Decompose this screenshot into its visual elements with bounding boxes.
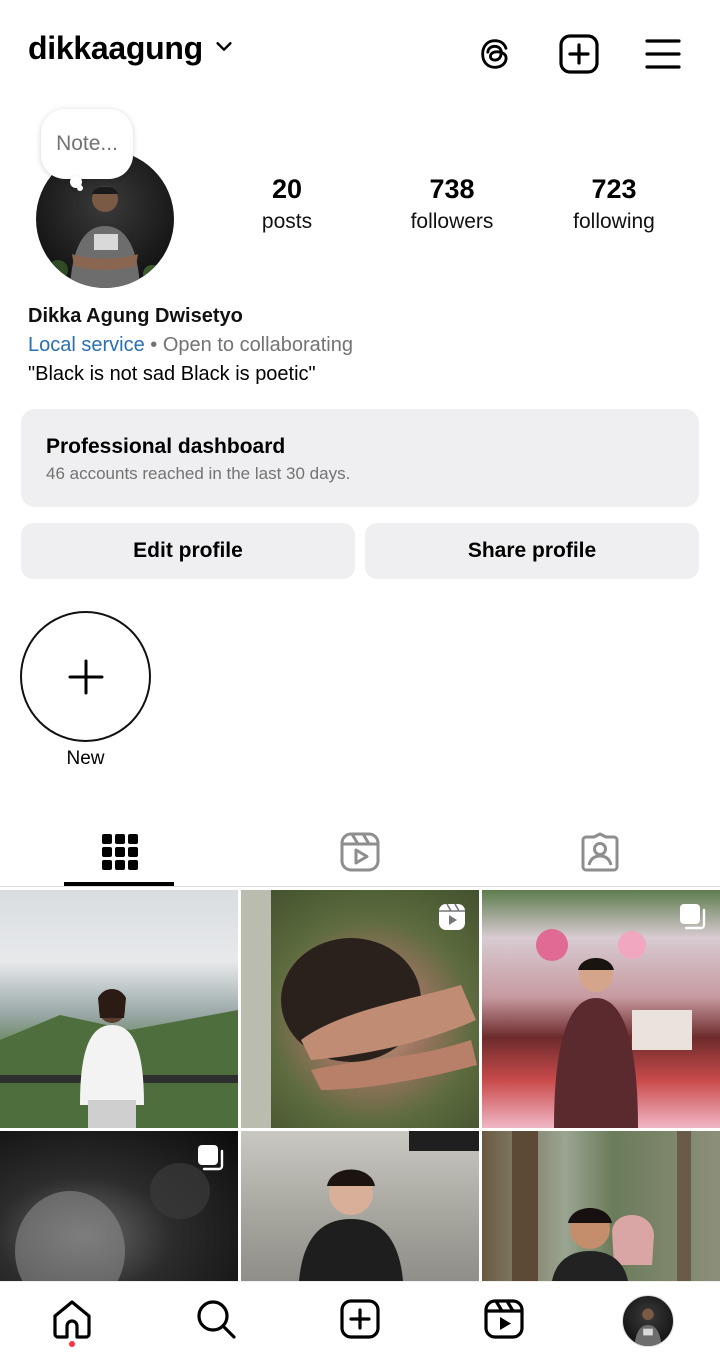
post-photo <box>299 1131 479 1281</box>
carousel-badge <box>196 1143 226 1173</box>
bottom-navigation <box>0 1281 720 1353</box>
profile-avatar-icon <box>634 1308 662 1346</box>
post-photo <box>512 1131 691 1281</box>
following-count[interactable]: 723 following <box>556 172 672 238</box>
category-separator: • <box>144 334 163 356</box>
carousel-icon <box>680 904 706 930</box>
plus-icon <box>68 659 103 694</box>
tab-posts-grid[interactable] <box>0 818 240 886</box>
post-thumbnail[interactable] <box>482 1131 720 1281</box>
nav-search[interactable] <box>193 1296 239 1342</box>
tab-reels[interactable] <box>240 818 480 886</box>
tagged-icon <box>581 832 619 872</box>
note-bubble[interactable]: Note... <box>41 109 133 179</box>
posts-number: 20 <box>271 174 303 204</box>
note-bubble-tail-small <box>77 185 83 191</box>
nav-profile[interactable] <box>622 1295 674 1347</box>
post-thumbnail[interactable] <box>241 1131 479 1281</box>
home-notification-dot <box>69 1341 75 1347</box>
reels-icon <box>484 1299 524 1339</box>
nav-home[interactable] <box>49 1296 95 1342</box>
new-highlight-button[interactable] <box>20 611 151 742</box>
note-placeholder: Note... <box>56 132 118 155</box>
new-highlight-label: New <box>66 748 105 769</box>
posts-label: posts <box>261 210 313 233</box>
posts-count[interactable]: 20 posts <box>237 172 337 238</box>
post-photo <box>0 989 238 1128</box>
new-post-icon[interactable] <box>557 32 601 76</box>
dashboard-subtitle: 46 accounts reached in the last 30 days. <box>46 464 351 483</box>
threads-icon[interactable] <box>473 32 517 76</box>
home-icon <box>53 1300 91 1339</box>
post-thumbnail[interactable] <box>241 890 479 1128</box>
account-switcher[interactable]: dikkaagung <box>28 30 235 67</box>
nav-reels[interactable] <box>481 1296 527 1342</box>
followers-label: followers <box>410 210 494 233</box>
chevron-down-icon <box>213 35 235 62</box>
reel-badge <box>437 902 467 932</box>
share-profile-button[interactable]: Share profile <box>365 523 699 579</box>
edit-profile-button[interactable]: Edit profile <box>21 523 355 579</box>
dashboard-title: Professional dashboard <box>46 435 286 458</box>
profile-bio: Dikka Agung Dwisetyo Local service • Ope… <box>28 302 688 389</box>
post-thumbnail[interactable] <box>482 890 720 1128</box>
tabs-divider <box>0 886 720 887</box>
bio-text: "Black is not sad Black is poetic" <box>28 363 316 385</box>
post-thumbnail[interactable] <box>0 1131 238 1281</box>
menu-icon[interactable] <box>641 32 685 76</box>
search-icon <box>197 1300 236 1339</box>
carousel-icon <box>198 1145 224 1171</box>
followers-count[interactable]: 738 followers <box>392 172 512 238</box>
carousel-badge <box>678 902 708 932</box>
username: dikkaagung <box>28 30 203 66</box>
post-thumbnail[interactable] <box>0 890 238 1128</box>
profile-header: dikkaagung <box>0 0 720 106</box>
display-name: Dikka Agung Dwisetyo <box>28 305 243 327</box>
followers-number: 738 <box>429 174 475 204</box>
professional-dashboard[interactable]: Professional dashboard 46 accounts reach… <box>21 409 699 507</box>
nav-create[interactable] <box>337 1296 383 1342</box>
category-link[interactable]: Local service <box>28 334 145 356</box>
reel-icon <box>439 903 465 930</box>
reels-icon <box>340 832 380 872</box>
following-label: following <box>573 210 655 233</box>
grid-icon <box>102 834 138 870</box>
following-number: 723 <box>591 174 637 204</box>
category-line: Local service • Open to collaborating <box>28 331 688 360</box>
tab-tagged[interactable] <box>480 818 720 886</box>
create-icon <box>340 1299 380 1339</box>
availability-text: Open to collaborating <box>162 334 353 356</box>
